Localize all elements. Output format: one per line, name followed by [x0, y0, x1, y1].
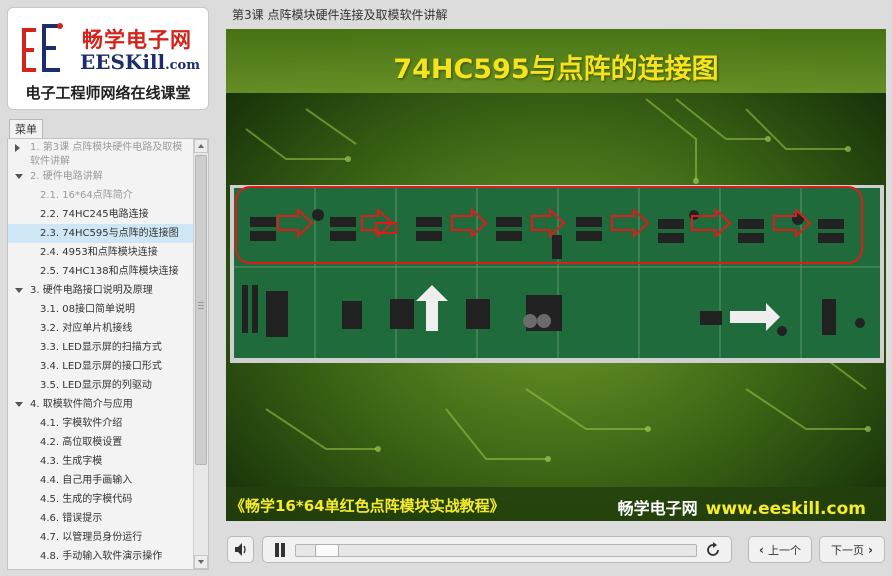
menu-item-label: 3.1. 08接口简单说明 [40, 303, 135, 315]
next-button[interactable]: 下一页 › [819, 536, 885, 563]
replay-icon[interactable] [705, 542, 721, 558]
menu-list: 1. 第3课 点阵模块硬件电路及取模软件讲解 2. 硬件电路讲解 2.1. 16*6… [8, 139, 194, 569]
scroll-grip-line [198, 308, 204, 309]
lesson-title: 第3课 点阵模块硬件连接及取模软件讲解 [232, 8, 448, 22]
menu-item-label: 2.5. 74HC138和点阵模块连接 [40, 265, 179, 277]
menu-item[interactable]: 3.4. LED显示屏的接口形式 [8, 357, 194, 376]
logo-name-en-main: EESKill [80, 50, 166, 74]
video-caption-brand: 畅学电子网 www.eeskill.com [618, 495, 866, 519]
collapsed-triangle-icon[interactable] [15, 144, 20, 152]
menu-item[interactable]: 4.6. 错误提示 [8, 509, 194, 528]
menu-item-label: 2.3. 74HC595与点阵的连接图 [40, 227, 179, 239]
previous-button-label: 上一个 [767, 543, 801, 557]
scroll-grip-line [198, 305, 204, 306]
menu-section[interactable]: 1. 第3课 点阵模块硬件电路及取模软件讲解 [8, 139, 194, 167]
menu-item-label: 1. 第3课 点阵模块硬件电路及取模软件讲解 [30, 142, 183, 167]
logo-slogan: 电子工程师网络在线课堂 [25, 84, 191, 102]
menu-item[interactable]: 4.1. 字模软件介绍 [8, 414, 194, 433]
menu-item[interactable]: 2.3. 74HC595与点阵的连接图 [8, 224, 194, 243]
menu-panel: 1. 第3课 点阵模块硬件电路及取模软件讲解 2. 硬件电路讲解 2.1. 16*6… [7, 138, 209, 570]
menu-item-label: 3.3. LED显示屏的扫描方式 [40, 341, 162, 353]
expanded-triangle-icon[interactable] [15, 402, 23, 407]
caption-url: www.eeskill.com [705, 499, 866, 519]
menu-section[interactable]: 4. 取模软件简介与应用 [8, 395, 194, 414]
menu-item-label: 4. 取模软件简介与应用 [30, 398, 133, 410]
menu-item[interactable]: 4.4. 自己用手画输入 [8, 471, 194, 490]
menu-item-label: 2. 硬件电路讲解 [30, 170, 103, 182]
previous-button[interactable]: ‹ 上一个 [748, 536, 812, 563]
pause-icon[interactable] [273, 543, 287, 557]
logo-name-en: EESKill.com [80, 50, 200, 74]
menu-item[interactable]: 4.2. 高位取模设置 [8, 433, 194, 452]
menu-item-label: 4.5. 生成的字模代码 [40, 493, 133, 505]
video-background-graphic [226, 29, 886, 521]
logo-panel: 畅学电子网 EESKill.com 电子工程师网络在线课堂 [7, 7, 209, 110]
menu-item-label: 4.6. 错误提示 [40, 512, 103, 524]
video-caption-course: 《畅学16*64单红色点阵模块实战教程》 [230, 497, 505, 515]
menu-item[interactable]: 3.1. 08接口简单说明 [8, 300, 194, 319]
progress-track[interactable] [295, 544, 697, 557]
expanded-triangle-icon[interactable] [15, 288, 23, 293]
speaker-icon [235, 543, 246, 556]
menu-item-label: 3.4. LED显示屏的接口形式 [40, 360, 162, 372]
menu-section[interactable]: 2. 硬件电路讲解 [8, 167, 194, 186]
chevron-left-icon: ‹ [759, 542, 764, 557]
menu-item[interactable]: 4.3. 生成字模 [8, 452, 194, 471]
menu-item[interactable]: 3.3. LED显示屏的扫描方式 [8, 338, 194, 357]
scroll-down-arrow-icon[interactable] [194, 555, 208, 569]
video-frame[interactable]: 74HC595与点阵的连接图 《畅学16*64单红色点阵模块实战教程》 畅学电子… [226, 29, 886, 521]
menu-item[interactable]: 3.2. 对应单片机接线 [8, 319, 194, 338]
menu-item[interactable]: 4.8. 手动输入软件演示操作 [8, 547, 194, 566]
slide-title: 74HC595与点阵的连接图 [393, 54, 719, 85]
caption-brand-name: 畅学电子网 [617, 499, 698, 518]
menu-item-label: 4.1. 字模软件介绍 [40, 417, 123, 429]
menu-item-label: 2.2. 74HC245电路连接 [40, 208, 149, 220]
menu-item[interactable]: 4.7. 以管理员身份运行 [8, 528, 194, 547]
menu-item[interactable]: 3.5. LED显示屏的列驱动 [8, 376, 194, 395]
volume-button[interactable] [227, 536, 254, 563]
scroll-thumb[interactable] [195, 155, 207, 465]
next-button-label: 下一页 [831, 543, 865, 557]
menu-item-label: 4.2. 高位取模设置 [40, 436, 123, 448]
menu-item-label: 3.5. LED显示屏的列驱动 [40, 379, 152, 391]
menu-scrollbar[interactable] [193, 139, 208, 569]
menu-section[interactable]: 3. 硬件电路接口说明及原理 [8, 281, 194, 300]
menu-item-label: 4.3. 生成字模 [40, 455, 103, 467]
progress-handle[interactable] [314, 544, 339, 557]
menu-tab[interactable]: 菜单 [9, 119, 43, 138]
menu-item-label: 2.1. 16*64点阵简介 [40, 189, 133, 201]
menu-item-label: 2.4. 4953和点阵模块连接 [40, 246, 158, 258]
course-player-window: 畅学电子网 EESKill.com 电子工程师网络在线课堂 菜单 1. 第3课 … [0, 0, 892, 576]
expanded-triangle-icon[interactable] [15, 174, 23, 179]
logo-name-en-suffix: .com [165, 58, 200, 73]
playback-bar [262, 536, 732, 563]
menu-item-label: 4.4. 自己用手画输入 [40, 474, 133, 486]
menu-item-label: 4.8. 手动输入软件演示操作 [40, 550, 163, 562]
menu-item-label: 4.7. 以管理员身份运行 [40, 531, 143, 543]
menu-item[interactable]: 2.2. 74HC245电路连接 [8, 205, 194, 224]
scroll-grip-line [198, 302, 204, 303]
menu-item[interactable]: 4.5. 生成的字模代码 [8, 490, 194, 509]
menu-item[interactable]: 2.4. 4953和点阵模块连接 [8, 243, 194, 262]
menu-item[interactable]: 2.5. 74HC138和点阵模块连接 [8, 262, 194, 281]
menu-item-label: 3.2. 对应单片机接线 [40, 322, 133, 334]
scroll-up-arrow-icon[interactable] [194, 139, 208, 153]
menu-item[interactable]: 2.1. 16*64点阵简介 [8, 186, 194, 205]
eeskill-logo-icon [22, 23, 63, 72]
chevron-right-icon: › [868, 542, 873, 557]
menu-item-label: 3. 硬件电路接口说明及原理 [30, 284, 153, 296]
